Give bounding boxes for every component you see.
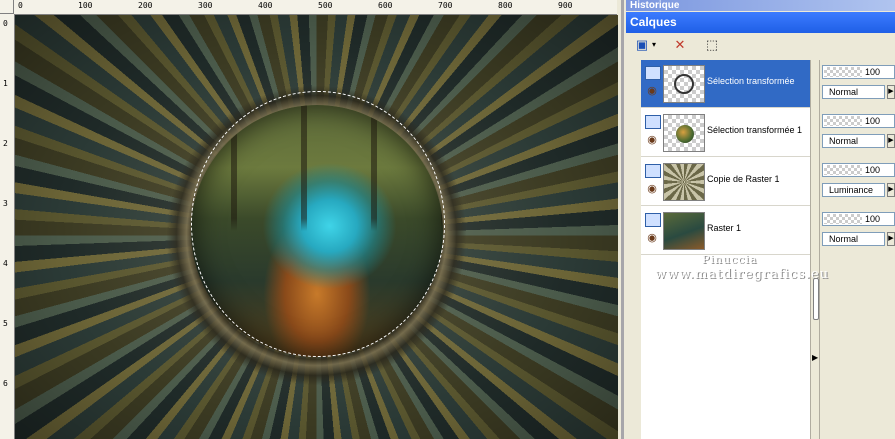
ruler-top-label: 600 xyxy=(378,1,393,10)
canvas-area: 0 100 200 300 400 500 600 700 800 900 0 … xyxy=(0,0,621,439)
ruler-top[interactable]: 0 100 200 300 400 500 600 700 800 900 xyxy=(14,0,617,15)
opacity-checker xyxy=(824,116,862,126)
chevron-right-icon[interactable]: ▶ xyxy=(887,85,895,99)
opacity-value: 100 xyxy=(864,116,880,126)
raster-layer-icon xyxy=(645,66,661,80)
eye-icon[interactable]: ◉ xyxy=(644,135,660,146)
layer-thumbnail xyxy=(663,212,705,250)
layer-toolbar: ▣ ▾ ✕ ⬚ xyxy=(626,33,895,57)
selection-marquee[interactable] xyxy=(191,91,445,357)
eye-icon[interactable]: ◉ xyxy=(644,86,660,97)
history-title: Historique xyxy=(630,0,680,11)
image-canvas[interactable] xyxy=(15,15,618,439)
layer-row[interactable]: ◉ Sélection transformée xyxy=(641,60,810,108)
opacity-checker xyxy=(824,67,862,77)
layer-name: Copie de Raster 1 xyxy=(707,174,780,184)
layer-row[interactable]: ◉ Sélection transformée 1 xyxy=(641,109,810,157)
ruler-left[interactable]: 0 1 2 3 4 5 6 xyxy=(0,14,15,439)
ruler-left-label: 3 xyxy=(3,199,8,208)
layer-name: Sélection transformée xyxy=(707,76,795,86)
ruler-top-label: 0 xyxy=(18,1,23,10)
layer-properties: 100 Normal ▶ 100 Normal ▶ 100 Luminance … xyxy=(820,60,895,439)
raster-layer-icon xyxy=(645,213,661,227)
chevron-right-icon[interactable]: ▶ xyxy=(887,134,895,148)
opacity-value: 100 xyxy=(864,165,880,175)
opacity-slider[interactable]: 100 xyxy=(822,163,895,177)
raster-layer-icon xyxy=(645,115,661,129)
ruler-top-label: 100 xyxy=(78,1,93,10)
layer-props: 100 Normal ▶ xyxy=(822,207,895,251)
layer-thumbnail xyxy=(663,114,705,152)
layer-props: 100 Luminance ▶ xyxy=(822,158,895,202)
layer-name: Sélection transformée 1 xyxy=(707,125,803,135)
layer-props: 100 Normal ▶ xyxy=(822,60,895,104)
raster-layer-icon xyxy=(645,164,661,178)
blend-mode-select[interactable]: Normal xyxy=(822,134,885,148)
delete-layer-icon[interactable]: ✕ xyxy=(670,36,690,54)
chevron-right-icon[interactable]: ▶ xyxy=(887,183,895,197)
watermark-author: Pinuccia xyxy=(702,253,758,266)
ruler-top-label: 300 xyxy=(198,1,213,10)
opacity-slider[interactable]: 100 xyxy=(822,114,895,128)
layer-row[interactable]: ◉ Copie de Raster 1 xyxy=(641,158,810,206)
ruler-top-label: 800 xyxy=(498,1,513,10)
layer-props: 100 Normal ▶ xyxy=(822,109,895,153)
ball-thumb xyxy=(676,125,694,143)
opacity-checker xyxy=(824,165,862,175)
opacity-value: 100 xyxy=(864,67,880,77)
opacity-slider[interactable]: 100 xyxy=(822,212,895,226)
ruler-top-label: 700 xyxy=(438,1,453,10)
layer-row[interactable]: ◉ Raster 1 xyxy=(641,207,810,255)
layers-title: Calques xyxy=(630,15,677,29)
ruler-top-label: 400 xyxy=(258,1,273,10)
layers-panel-titlebar[interactable]: Calques xyxy=(626,12,895,33)
opacity-slider[interactable]: 100 xyxy=(822,65,895,79)
expand-arrow-icon[interactable]: ▶ xyxy=(812,353,818,362)
blend-mode-select[interactable]: Normal xyxy=(822,232,885,246)
ruler-left-label: 6 xyxy=(3,379,8,388)
chevron-right-icon[interactable]: ▶ xyxy=(887,232,895,246)
layer-name: Raster 1 xyxy=(707,223,742,233)
mask-icon[interactable]: ⬚ xyxy=(702,36,722,54)
layer-list: ◉ Sélection transformée ◉ Sélection tran… xyxy=(641,60,810,439)
eye-icon[interactable]: ◉ xyxy=(644,233,660,244)
opacity-checker xyxy=(824,214,862,224)
ruler-left-label: 0 xyxy=(3,19,8,28)
blend-mode-select[interactable]: Normal xyxy=(822,85,885,99)
eye-icon[interactable]: ◉ xyxy=(644,184,660,195)
blend-mode-select[interactable]: Luminance xyxy=(822,183,885,197)
layer-thumbnail xyxy=(663,65,705,103)
panel-splitter[interactable]: ▶ xyxy=(810,60,820,439)
watermark-url: www.matdiregrafics.eu xyxy=(655,267,830,282)
forest-thumb xyxy=(664,213,704,249)
swirl-thumb xyxy=(664,164,704,200)
ruler-left-label: 5 xyxy=(3,319,8,328)
opacity-value: 100 xyxy=(864,214,880,224)
ruler-top-label: 500 xyxy=(318,1,333,10)
history-panel-titlebar[interactable]: Historique xyxy=(626,0,895,11)
chevron-down-icon[interactable]: ▾ xyxy=(650,36,658,54)
ruler-left-label: 4 xyxy=(3,259,8,268)
ruler-top-label: 200 xyxy=(138,1,153,10)
ruler-left-label: 1 xyxy=(3,79,8,88)
ruler-top-label: 900 xyxy=(558,1,573,10)
ruler-left-label: 2 xyxy=(3,139,8,148)
ring-thumb xyxy=(674,74,694,94)
layer-thumbnail xyxy=(663,163,705,201)
splitter-grip[interactable] xyxy=(813,278,819,320)
new-layer-icon[interactable]: ▣ xyxy=(632,36,652,54)
ruler-corner xyxy=(0,0,14,14)
